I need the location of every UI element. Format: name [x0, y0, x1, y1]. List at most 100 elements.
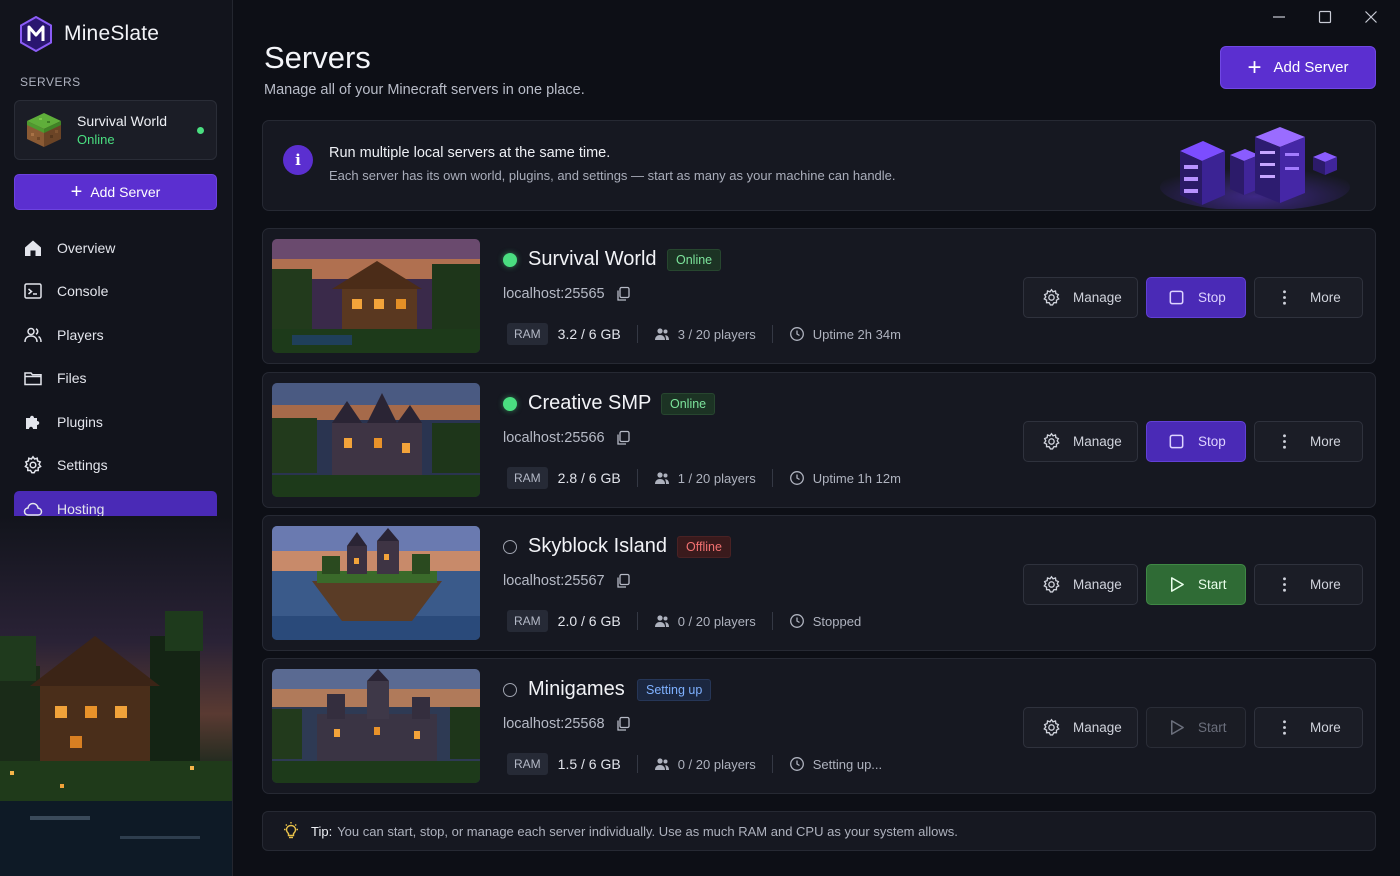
stop-button[interactable]: Stop	[1146, 421, 1246, 462]
server-address: localhost:25567	[503, 573, 631, 589]
manage-button[interactable]: Manage	[1023, 277, 1138, 318]
players-icon	[654, 472, 669, 484]
divider	[771, 755, 773, 773]
more-vertical-icon	[1283, 577, 1286, 592]
banner-subtitle: Each server has its own world, plugins, …	[329, 168, 896, 183]
divider	[771, 612, 773, 630]
manage-button[interactable]: Manage	[1023, 421, 1138, 462]
server-card-survival-world: Survival World Online localhost:25565 RA…	[262, 228, 1376, 364]
divider	[636, 612, 638, 630]
sidebar-add-server-label: Add Server	[90, 184, 161, 200]
more-button[interactable]: More	[1254, 421, 1363, 462]
manage-label: Manage	[1073, 720, 1122, 735]
more-vertical-icon	[1283, 720, 1286, 735]
more-vertical-icon	[1283, 290, 1286, 305]
player-count: 1 / 20 players	[677, 470, 756, 486]
manage-label: Manage	[1073, 290, 1122, 305]
ram-tag: RAM	[507, 323, 548, 345]
server-stats: RAM 1.5 / 6 GB 0 / 20 players Setting up…	[507, 751, 882, 777]
online-status-dot	[503, 253, 517, 267]
more-button[interactable]: More	[1254, 707, 1363, 748]
servers-section-label: SERVERS	[20, 75, 81, 89]
close-icon	[1365, 11, 1377, 23]
gear-icon	[24, 455, 42, 474]
ram-usage: 1.5 / 6 GB	[557, 756, 621, 772]
players-icon	[24, 327, 42, 342]
server-thumbnail	[272, 383, 480, 497]
folder-icon	[24, 372, 42, 386]
console-icon	[24, 283, 42, 299]
sidebar-item-overview[interactable]: Overview	[14, 230, 217, 265]
copy-icon[interactable]	[615, 430, 631, 446]
stop-button[interactable]: Stop	[1146, 277, 1246, 318]
divider	[636, 755, 638, 773]
manage-label: Manage	[1073, 577, 1122, 592]
sidebar-item-label: Players	[57, 326, 104, 343]
minimize-icon	[1273, 16, 1285, 18]
offline-status-dot	[503, 540, 517, 554]
start-button[interactable]: Start	[1146, 564, 1246, 605]
divider	[636, 469, 638, 487]
server-card-minigames: Minigames Setting up localhost:25568 RAM…	[262, 658, 1376, 794]
clock-icon	[789, 614, 804, 628]
server-name: Minigames	[528, 678, 625, 700]
sidebar-item-players[interactable]: Players	[14, 317, 217, 352]
sidebar-item-files[interactable]: Files	[14, 361, 217, 396]
page-title: Servers	[264, 40, 371, 75]
more-button[interactable]: More	[1254, 277, 1363, 318]
copy-icon[interactable]	[615, 286, 631, 302]
ram-usage: 3.2 / 6 GB	[557, 326, 621, 342]
server-address-text: localhost:25565	[503, 286, 605, 302]
start-button-disabled[interactable]: Start	[1146, 707, 1246, 748]
player-count: 3 / 20 players	[677, 326, 756, 342]
manage-button[interactable]: Manage	[1023, 564, 1138, 605]
sidebar-item-plugins[interactable]: Plugins	[14, 404, 217, 439]
divider	[771, 469, 773, 487]
manage-button[interactable]: Manage	[1023, 707, 1138, 748]
copy-icon[interactable]	[615, 716, 631, 732]
close-button[interactable]	[1362, 8, 1380, 26]
sidebar-item-console[interactable]: Console	[14, 274, 217, 309]
online-indicator	[197, 127, 204, 134]
mineslate-logo-icon	[20, 16, 52, 52]
tip-label: Tip:	[311, 823, 333, 839]
uptime: Setting up...	[812, 756, 883, 772]
server-stats: RAM 2.0 / 6 GB 0 / 20 players Stopped	[507, 608, 861, 634]
server-address-text: localhost:25568	[503, 716, 605, 732]
sidebar-item-label: Overview	[57, 239, 116, 256]
server-address: localhost:25568	[503, 716, 631, 732]
minimize-button[interactable]	[1270, 8, 1288, 26]
players-icon	[654, 615, 669, 627]
grass-block-icon	[27, 113, 61, 147]
sidebar-item-settings[interactable]: Settings	[14, 448, 217, 483]
play-icon	[1170, 577, 1184, 592]
info-banner: i Run multiple local servers at the same…	[262, 120, 1376, 211]
add-server-button[interactable]: + Add Server	[1220, 46, 1376, 89]
gear-icon	[1043, 288, 1060, 306]
sidebar-item-label: Settings	[57, 457, 108, 473]
maximize-button[interactable]	[1316, 8, 1334, 26]
player-count: 0 / 20 players	[677, 613, 756, 629]
more-button[interactable]: More	[1254, 564, 1363, 605]
uptime: Uptime 1h 12m	[812, 470, 901, 486]
home-icon	[25, 240, 41, 256]
setup-status-dot	[503, 683, 517, 697]
server-racks-illustration	[1160, 127, 1350, 209]
status-badge: Setting up	[637, 679, 712, 701]
stop-icon	[1169, 434, 1184, 449]
uptime: Uptime 2h 34m	[812, 326, 901, 342]
current-server-status: Online	[77, 132, 115, 147]
more-label: More	[1310, 720, 1341, 735]
server-stats: RAM 3.2 / 6 GB 3 / 20 players Uptime 2h …	[507, 321, 901, 347]
sidebar-item-label: Plugins	[57, 413, 103, 430]
maximize-icon	[1318, 10, 1332, 24]
tip-text: You can start, stop, or manage each serv…	[337, 823, 958, 839]
clock-icon	[789, 757, 804, 771]
gear-icon	[1043, 718, 1060, 736]
sidebar-add-server-button[interactable]: + Add Server	[14, 174, 217, 210]
clock-icon	[789, 471, 804, 485]
gear-icon	[1043, 432, 1060, 450]
add-server-label: Add Server	[1273, 59, 1349, 76]
current-server-card[interactable]: Survival World Online	[14, 100, 217, 160]
copy-icon[interactable]	[615, 573, 631, 589]
